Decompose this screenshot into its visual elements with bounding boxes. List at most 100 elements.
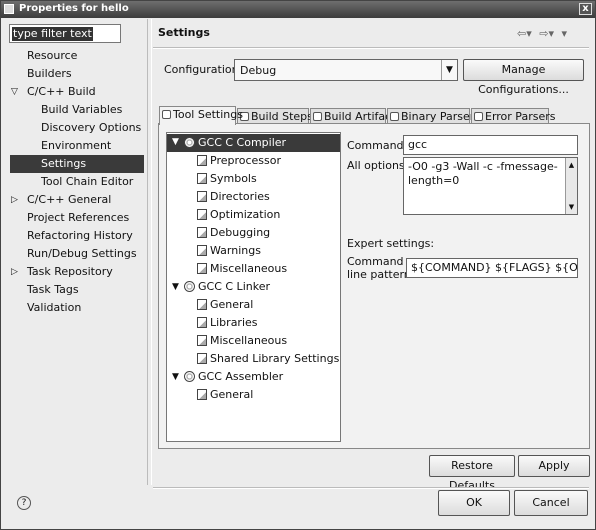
- tree-item-label: Preprocessor: [210, 154, 282, 167]
- nav-item-project-references[interactable]: Project References: [27, 209, 129, 227]
- forward-icon[interactable]: ⇨▾: [539, 27, 554, 40]
- tree-item-label: Directories: [210, 190, 270, 203]
- option-page-icon: [197, 245, 207, 256]
- manage-configurations-button[interactable]: Manage Configurations...: [463, 59, 584, 96]
- command-line-pattern-input[interactable]: ${COMMAND} ${FLAGS} ${OUTPUT: [406, 258, 578, 278]
- expand-icon[interactable]: ▷: [11, 263, 18, 281]
- option-page-icon: [197, 317, 207, 328]
- tool-icon: [184, 281, 195, 292]
- close-window-button[interactable]: x: [579, 3, 592, 15]
- filter-field[interactable]: type filter text: [9, 24, 121, 43]
- tree-item-label: GCC C Compiler: [198, 136, 287, 149]
- nav-item-environment[interactable]: Environment: [41, 137, 111, 155]
- tree-item-label: GCC Assembler: [198, 370, 284, 383]
- nav-item-build-variables[interactable]: Build Variables: [41, 101, 122, 119]
- nav-item-label: C/C++ General: [27, 193, 112, 206]
- command-line-pattern-label-line1: Command: [347, 255, 404, 268]
- nav-item-tool-chain-editor[interactable]: Tool Chain Editor: [41, 173, 133, 191]
- nav-item-refactoring-history[interactable]: Refactoring History: [27, 227, 133, 245]
- tree-item-symbols[interactable]: Symbols: [197, 170, 257, 188]
- ok-button[interactable]: OK: [438, 490, 510, 516]
- nav-item-task-tags[interactable]: Task Tags: [27, 281, 79, 299]
- tree-item-miscellaneous[interactable]: Miscellaneous: [197, 260, 287, 278]
- restore-defaults-button[interactable]: Restore Defaults: [429, 455, 515, 492]
- configuration-select[interactable]: Debug ▼: [234, 59, 458, 81]
- nav-item-builders[interactable]: Builders: [27, 65, 72, 83]
- option-page-icon: [197, 227, 207, 238]
- tree-item-debugging[interactable]: Debugging: [197, 224, 270, 242]
- apply-button[interactable]: Apply: [518, 455, 590, 477]
- build-artifact-icon: [313, 112, 322, 121]
- tree-item-linker-miscellaneous[interactable]: Miscellaneous: [197, 332, 287, 350]
- tree-item-label: Libraries: [210, 316, 258, 329]
- tree-item-preprocessor[interactable]: Preprocessor: [197, 152, 281, 170]
- back-icon[interactable]: ⇦▾: [517, 27, 532, 40]
- nav-item-cpp-general[interactable]: C/C++ General: [27, 191, 111, 209]
- tree-item-label: GCC C Linker: [198, 280, 270, 293]
- collapse-icon[interactable]: ▽: [11, 83, 18, 101]
- command-input[interactable]: gcc: [403, 135, 578, 155]
- nav-item-label: Validation: [27, 301, 82, 314]
- pane-sash[interactable]: [147, 19, 152, 485]
- option-page-icon: [197, 191, 207, 202]
- tree-item-label: General: [210, 298, 254, 311]
- tab-tool-settings[interactable]: Tool Settings: [159, 106, 243, 125]
- nav-item-label: Settings: [41, 157, 87, 170]
- nav-item-label: Task Tags: [27, 283, 79, 296]
- tree-item-gcc-c-linker[interactable]: GCC C Linker: [184, 278, 270, 296]
- nav-item-cpp-build[interactable]: C/C++ Build: [27, 83, 96, 101]
- all-options-label: All options:: [347, 159, 409, 172]
- view-menu-icon[interactable]: ▾: [562, 27, 568, 40]
- nav-item-discovery-options[interactable]: Discovery Options: [41, 119, 141, 137]
- binary-parsers-icon: [390, 112, 399, 121]
- tab-label: Build Artifact: [324, 110, 396, 123]
- tree-item-warnings[interactable]: Warnings: [197, 242, 261, 260]
- option-page-icon: [197, 155, 207, 166]
- option-page-icon: [197, 173, 207, 184]
- tree-item-label: Symbols: [210, 172, 257, 185]
- scroll-up-icon[interactable]: ▲: [566, 158, 577, 172]
- tree-item-directories[interactable]: Directories: [197, 188, 270, 206]
- footer-divider: [153, 487, 589, 489]
- option-page-icon: [197, 263, 207, 274]
- nav-item-task-repository[interactable]: Task Repository: [27, 263, 113, 281]
- tree-item-gcc-assembler[interactable]: GCC Assembler: [184, 368, 283, 386]
- tree-item-label: Debugging: [210, 226, 271, 239]
- tool-settings-tree: ▼ GCC C Compiler Preprocessor Symbols Di…: [166, 132, 341, 442]
- configuration-label: Configuration:: [164, 63, 243, 76]
- nav-item-run-debug-settings[interactable]: Run/Debug Settings: [27, 245, 137, 263]
- nav-item-label: Tool Chain Editor: [41, 175, 134, 188]
- tool-settings-icon: [162, 110, 171, 119]
- option-page-icon: [197, 299, 207, 310]
- tree-item-label: General: [210, 388, 254, 401]
- tree-item-assembler-general[interactable]: General: [197, 386, 253, 404]
- collapse-icon[interactable]: ▼: [172, 278, 179, 296]
- all-options-scrollbar[interactable]: ▲ ▼: [565, 158, 577, 214]
- collapse-icon[interactable]: ▼: [172, 133, 179, 151]
- all-options-textarea[interactable]: -O0 -g3 -Wall -c -fmessage-length=0 ▲ ▼: [403, 157, 578, 215]
- nav-item-settings[interactable]: Settings: [10, 155, 144, 173]
- nav-item-label: Project References: [27, 211, 130, 224]
- scroll-down-icon[interactable]: ▼: [566, 200, 577, 214]
- nav-item-label: Refactoring History: [27, 229, 133, 242]
- tab-label: Binary Parsers: [401, 110, 480, 123]
- tree-item-gcc-c-compiler[interactable]: GCC C Compiler: [167, 134, 340, 152]
- nav-item-resource[interactable]: Resource: [27, 47, 77, 65]
- nav-item-validation[interactable]: Validation: [27, 299, 81, 317]
- tree-item-linker-general[interactable]: General: [197, 296, 253, 314]
- help-icon[interactable]: ?: [17, 496, 31, 510]
- option-page-icon: [197, 389, 207, 400]
- configuration-value: Debug: [240, 64, 277, 77]
- tree-item-shared-library-settings[interactable]: Shared Library Settings: [197, 350, 339, 368]
- nav-item-label: Run/Debug Settings: [27, 247, 137, 260]
- tree-item-optimization[interactable]: Optimization: [197, 206, 280, 224]
- chevron-down-icon[interactable]: ▼: [441, 60, 457, 80]
- nav-item-label: Build Variables: [41, 103, 123, 116]
- cancel-button[interactable]: Cancel: [514, 490, 588, 516]
- collapse-icon[interactable]: ▼: [172, 368, 179, 386]
- page-title: Settings: [158, 26, 210, 39]
- filter-input[interactable]: type filter text: [12, 27, 93, 41]
- expert-settings-label: Expert settings:: [347, 237, 435, 250]
- tree-item-libraries[interactable]: Libraries: [197, 314, 258, 332]
- expand-icon[interactable]: ▷: [11, 191, 18, 209]
